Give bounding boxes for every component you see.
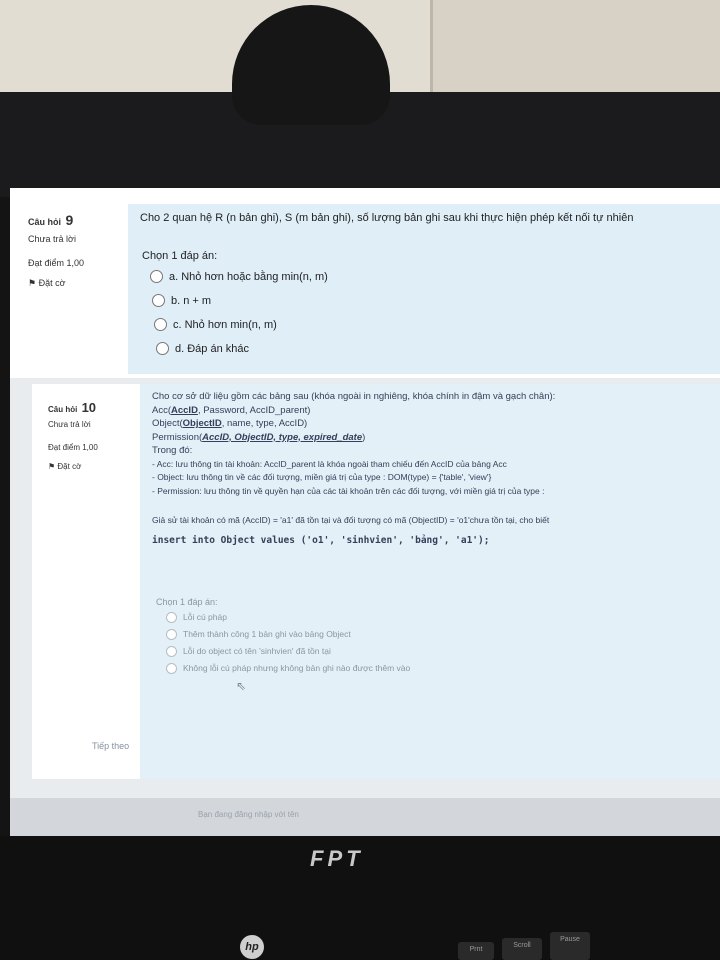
assumption-text: Giả sử tài khoản có mã (AccID) = 'a1' đã… bbox=[152, 515, 550, 525]
flag-label: Đặt cờ bbox=[57, 462, 82, 471]
question-9-text: Cho 2 quan hệ R (n bản ghi), S (m bản gh… bbox=[140, 212, 634, 224]
question-10-option-4[interactable]: Không lỗi cú pháp nhưng không bản ghi nà… bbox=[166, 662, 410, 676]
question-9-prompt: Chọn 1 đáp án: bbox=[142, 250, 218, 262]
radio-button[interactable] bbox=[154, 318, 167, 331]
question-10-info: Câu hỏi 10 Chưa trả lời Đạt điểm 1,00 ⚑ … bbox=[48, 400, 138, 471]
question-10-prompt: Chọn 1 đáp án: bbox=[156, 597, 218, 607]
radio-button[interactable] bbox=[156, 342, 169, 355]
option-label: a. Nhỏ hơn hoặc bằng min(n, m) bbox=[169, 270, 328, 283]
question-10-number: Câu hỏi 10 bbox=[48, 400, 138, 415]
radio-button[interactable] bbox=[152, 294, 165, 307]
sql-statement: insert into Object values ('o1', 'sinhvi… bbox=[152, 534, 490, 546]
question-10-card: Câu hỏi 10 Chưa trả lời Đạt điểm 1,00 ⚑ … bbox=[32, 384, 720, 779]
table-name: Permission( bbox=[152, 431, 203, 443]
question-label: Câu hỏi bbox=[28, 217, 61, 227]
question-10-option-1[interactable]: Lỗi cú pháp bbox=[166, 611, 227, 625]
table-name: Acc( bbox=[152, 404, 171, 416]
radio-button[interactable] bbox=[166, 612, 177, 624]
flag-icon: ⚑ bbox=[28, 278, 37, 288]
page-footer bbox=[10, 798, 720, 838]
question-10-flag[interactable]: ⚑ Đặt cờ bbox=[48, 462, 138, 471]
question-9-card: Câu hỏi 9 Chưa trả lời Đạt điểm 1,00 ⚑ Đ… bbox=[10, 188, 720, 378]
table-name: Object( bbox=[152, 418, 183, 429]
question-9-info: Câu hỏi 9 Chưa trả lời Đạt điểm 1,00 ⚑ Đ… bbox=[28, 212, 118, 289]
radio-button[interactable] bbox=[166, 629, 177, 641]
question-9-option-d[interactable]: d. Đáp án khác bbox=[156, 342, 249, 355]
option-label: d. Đáp án khác bbox=[175, 342, 249, 355]
option-label: b. n + m bbox=[171, 294, 212, 307]
radio-button[interactable] bbox=[150, 270, 163, 283]
option-label: Thêm thành công 1 bản ghi vào bảng Objec… bbox=[183, 629, 351, 639]
question-9-option-b[interactable]: b. n + m bbox=[152, 294, 211, 307]
question-9-option-a[interactable]: a. Nhỏ hơn hoặc bằng min(n, m) bbox=[150, 270, 328, 283]
schema-intro: Cho cơ sở dữ liệu gồm các bảng sau (khóa… bbox=[152, 391, 556, 402]
question-10-content: Cho cơ sở dữ liệu gồm các bảng sau (khóa… bbox=[140, 384, 720, 779]
question-9-flag[interactable]: ⚑ Đặt cờ bbox=[28, 278, 118, 289]
question-10-score: Đạt điểm 1,00 bbox=[48, 443, 98, 452]
question-9-option-c[interactable]: c. Nhỏ hơn min(n, m) bbox=[154, 318, 277, 331]
table-columns: , name, type, AccID) bbox=[221, 418, 308, 429]
radio-button[interactable] bbox=[166, 646, 177, 658]
schema-where: Trong đó: bbox=[152, 445, 193, 456]
question-10-option-2[interactable]: Thêm thành công 1 bản ghi vào bảng Objec… bbox=[166, 628, 351, 642]
hp-logo-icon: hp bbox=[240, 935, 264, 959]
schema-note-permission: - Permission: lưu thông tin về quyền hạn… bbox=[152, 485, 545, 496]
login-note: Bạn đang đăng nhập với tên bbox=[198, 810, 299, 819]
table-columns: , Password, AccID_parent) bbox=[197, 404, 311, 416]
flag-icon: ⚑ bbox=[48, 462, 56, 471]
schema-acc: Acc(AccID, Password, AccID_parent) bbox=[152, 404, 720, 418]
radio-button[interactable] bbox=[166, 663, 177, 675]
question-9-status: Chưa trả lời bbox=[28, 234, 76, 244]
question-10-status: Chưa trả lời bbox=[48, 420, 91, 429]
option-label: Lỗi do object có tên 'sinhvien' đã tồn t… bbox=[183, 646, 331, 656]
question-9-score: Đạt điểm 1,00 bbox=[28, 258, 85, 268]
question-number: 10 bbox=[81, 400, 97, 415]
mouse-cursor-icon: ⇖ bbox=[236, 679, 247, 693]
table-columns: ) bbox=[362, 431, 366, 443]
option-label: Không lỗi cú pháp nhưng không bản ghi nà… bbox=[183, 663, 411, 673]
next-page-button[interactable]: Tiếp theo bbox=[92, 741, 129, 751]
schema-note-acc: - Acc: lưu thông tin tài khoản: AccID_pa… bbox=[152, 458, 507, 469]
monitor-screen: Câu hỏi 9 Chưa trả lời Đạt điểm 1,00 ⚑ Đ… bbox=[10, 188, 720, 838]
key-print-screen: Prnt bbox=[458, 942, 494, 960]
schema-permission: Permission(AccID, ObjectID, type, expire… bbox=[152, 431, 720, 445]
monitor-brand-logo: FPT bbox=[310, 846, 364, 871]
question-10-option-3[interactable]: Lỗi do object có tên 'sinhvien' đã tồn t… bbox=[166, 645, 331, 659]
flag-label: Đặt cờ bbox=[38, 278, 66, 288]
option-label: c. Nhỏ hơn min(n, m) bbox=[173, 318, 277, 331]
question-9-content: Cho 2 quan hệ R (n bản ghi), S (m bản gh… bbox=[128, 204, 720, 374]
key-pause: Pause bbox=[550, 932, 590, 960]
question-label: Câu hỏi bbox=[48, 405, 78, 414]
question-10-text: Cho cơ sở dữ liệu gồm các bảng sau (khóa… bbox=[152, 390, 720, 547]
schema-note-object: - Object: lưu thông tin về các đối tượng… bbox=[152, 472, 492, 482]
background-window bbox=[430, 0, 720, 95]
schema-object: Object(ObjectID, name, type, AccID) bbox=[152, 417, 720, 431]
primary-key: AccID, ObjectID, type, expired_date bbox=[202, 431, 363, 443]
key-scroll-lock: Scroll bbox=[502, 938, 542, 960]
question-9-number: Câu hỏi 9 bbox=[28, 212, 118, 228]
primary-key: AccID bbox=[171, 404, 198, 416]
question-number: 9 bbox=[65, 212, 74, 228]
option-label: Lỗi cú pháp bbox=[183, 612, 227, 622]
primary-key: ObjectID bbox=[182, 418, 222, 429]
